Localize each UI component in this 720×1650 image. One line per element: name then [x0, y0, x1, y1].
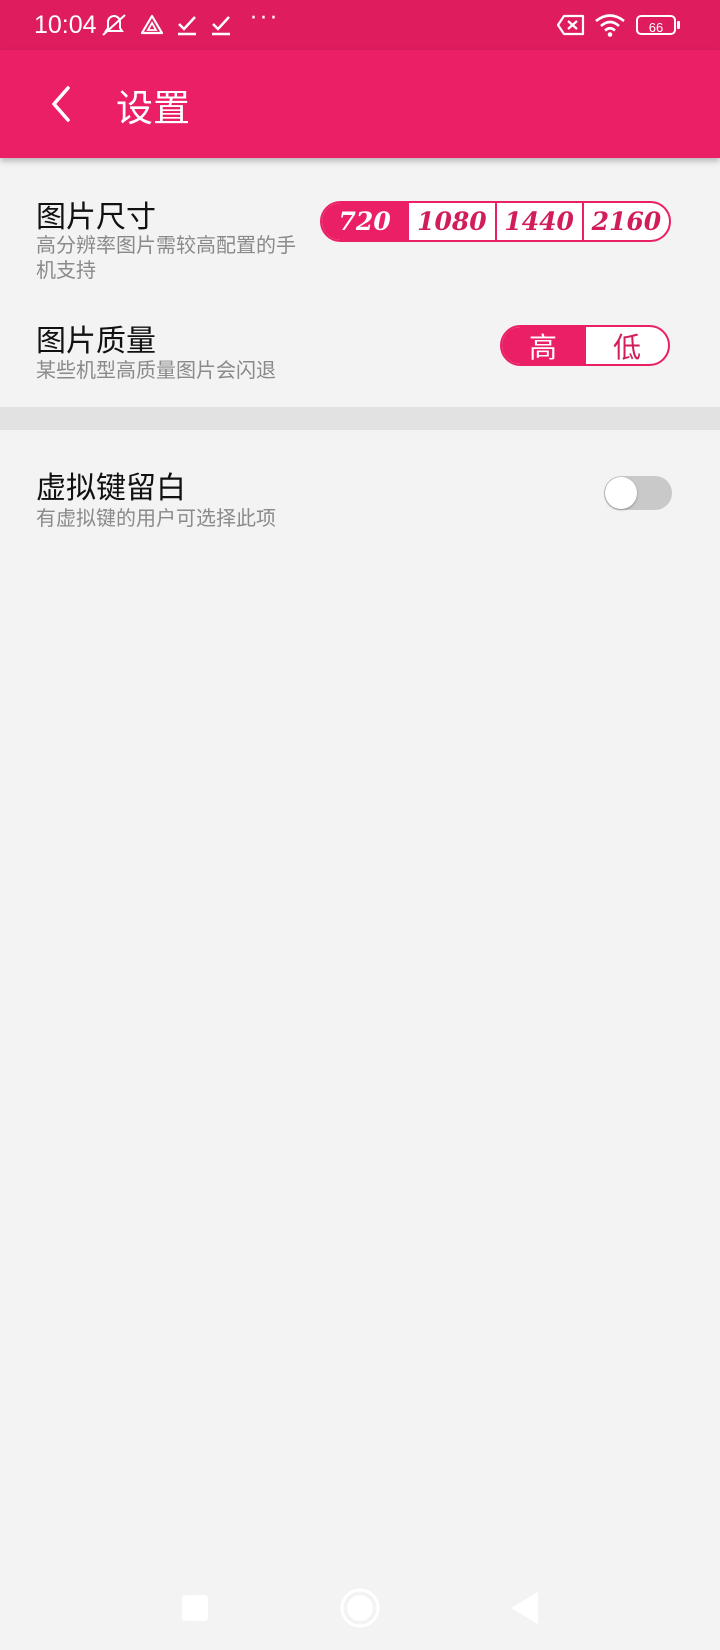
- quality-option-high[interactable]: 高: [502, 327, 584, 364]
- section-divider: [0, 407, 720, 430]
- wifi-icon: [595, 14, 625, 37]
- check-download-icon: [212, 16, 230, 36]
- app-bar: 设置: [0, 50, 720, 158]
- size-option-720[interactable]: 720: [322, 203, 408, 240]
- image-size-desc: 高分辨率图片需较高配置的手机支持: [36, 233, 296, 282]
- sim-x-icon: [556, 14, 585, 36]
- recents-square-icon[interactable]: [175, 1588, 215, 1628]
- image-size-selector: 720 1080 1440 2160: [320, 201, 671, 242]
- size-option-1080[interactable]: 1080: [407, 203, 494, 240]
- status-time: 10:04: [34, 11, 97, 39]
- size-option-2160[interactable]: 2160: [581, 203, 669, 240]
- navigation-bar: [0, 1570, 720, 1650]
- vpn-triangle-icon: [140, 14, 164, 35]
- virtual-keys-toggle[interactable]: [604, 476, 672, 510]
- battery-level: 66: [648, 20, 664, 35]
- virtual-keys-title: 虚拟键留白: [36, 471, 186, 506]
- back-arrow-icon[interactable]: [36, 78, 88, 130]
- more-dots-icon: ···: [250, 6, 280, 31]
- check-download-icon: [178, 16, 196, 36]
- image-size-title: 图片尺寸: [36, 200, 156, 235]
- image-quality-desc: 某些机型高质量图片会闪退: [36, 358, 276, 382]
- virtual-keys-desc: 有虚拟键的用户可选择此项: [36, 506, 276, 530]
- quality-option-low[interactable]: 低: [584, 327, 668, 364]
- size-option-1440[interactable]: 1440: [494, 203, 582, 240]
- image-quality-selector: 高 低: [500, 325, 670, 366]
- home-circle-icon[interactable]: [338, 1586, 382, 1630]
- image-quality-title: 图片质量: [36, 324, 156, 359]
- page-title: 设置: [116, 87, 190, 130]
- muted-bell-icon: [102, 14, 126, 36]
- status-bar: 10:04 ··· 66: [0, 0, 720, 50]
- toggle-knob: [605, 477, 637, 509]
- battery-icon: 66: [636, 15, 680, 35]
- back-triangle-icon[interactable]: [505, 1588, 545, 1628]
